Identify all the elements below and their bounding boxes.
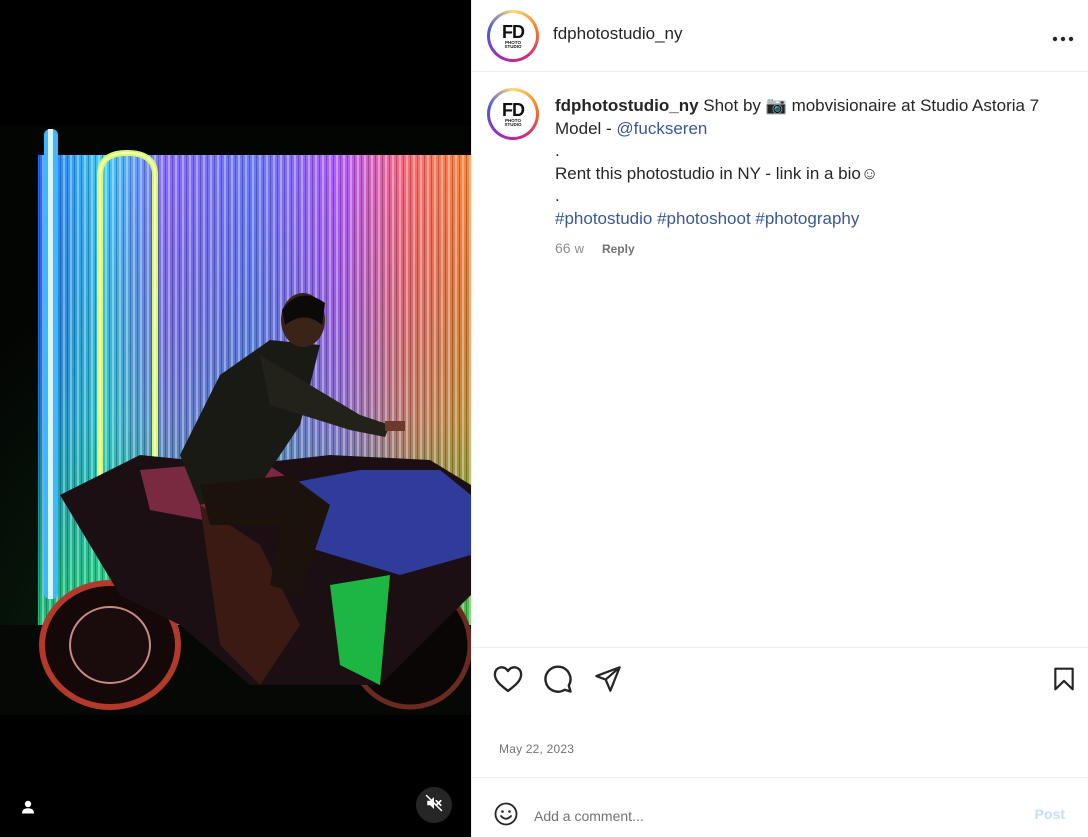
comment-button[interactable] — [542, 664, 574, 699]
like-button[interactable] — [492, 665, 524, 697]
volume-muted-icon — [425, 794, 443, 817]
caption-meta: 66 w Reply — [555, 240, 635, 256]
post-side-panel: FD PHOTO STUDIO fdphotostudio_ny FD PHOT… — [471, 0, 1088, 837]
share-button[interactable] — [592, 665, 624, 697]
post-age: 66 — [555, 240, 571, 256]
caption-text: . — [555, 141, 560, 160]
mute-toggle-button[interactable] — [416, 787, 452, 823]
header-username[interactable]: fdphotostudio_ny — [553, 24, 683, 44]
post-comment-button[interactable]: Post — [1035, 806, 1065, 822]
avatar-logo-subtext: PHOTO STUDIO — [504, 117, 522, 127]
comment-input[interactable] — [534, 805, 1014, 827]
post-header: FD PHOTO STUDIO fdphotostudio_ny — [472, 0, 1088, 72]
hashtags-link[interactable]: #photostudio #photoshoot #photography — [555, 208, 1075, 231]
caption-text: . — [555, 186, 560, 205]
model-mention-link[interactable]: @fuckseren — [616, 119, 707, 138]
emoji-button[interactable] — [493, 802, 519, 831]
comment-icon — [543, 664, 573, 699]
avatar-logo-text: FD — [502, 21, 525, 42]
caption-text: Model - — [555, 118, 617, 138]
person-icon — [21, 800, 35, 819]
post-date[interactable]: May 22, 2023 — [499, 742, 574, 756]
camera-emoji: 📷 — [765, 96, 787, 115]
heart-icon — [493, 665, 523, 698]
caption-text: Shot by — [703, 96, 761, 115]
bookmark-icon — [1051, 665, 1077, 698]
avatar-logo-text: FD — [502, 99, 525, 120]
caption-text: Rent this photostudio in NY - link in a … — [555, 163, 879, 183]
more-horizontal-icon — [1052, 26, 1074, 47]
post-media[interactable] — [0, 0, 471, 837]
post-actions — [472, 647, 1088, 711]
caption-avatar[interactable]: FD PHOTO STUDIO — [487, 88, 539, 140]
caption-text: mobvisionaire at Studio Astoria 7 — [791, 96, 1040, 115]
caption-username[interactable]: fdphotostudio_ny — [555, 96, 699, 115]
avatar[interactable]: FD PHOTO STUDIO — [487, 10, 539, 62]
more-options-button[interactable] — [1051, 24, 1075, 48]
post-age-unit: w — [574, 241, 584, 256]
reply-button[interactable]: Reply — [602, 242, 635, 256]
comment-bar: Post — [472, 777, 1088, 837]
save-button[interactable] — [1048, 665, 1080, 697]
caption-area: FD PHOTO STUDIO fdphotostudio_ny Shot by… — [472, 73, 1088, 647]
post-caption: fdphotostudio_ny Shot by 📷 mobvisionaire… — [555, 95, 1075, 230]
smiley-icon — [494, 802, 518, 831]
user-tag-button[interactable] — [16, 797, 40, 821]
avatar-logo-subtext: PHOTO STUDIO — [504, 39, 522, 49]
share-icon — [593, 665, 623, 698]
post-photo — [0, 125, 471, 715]
